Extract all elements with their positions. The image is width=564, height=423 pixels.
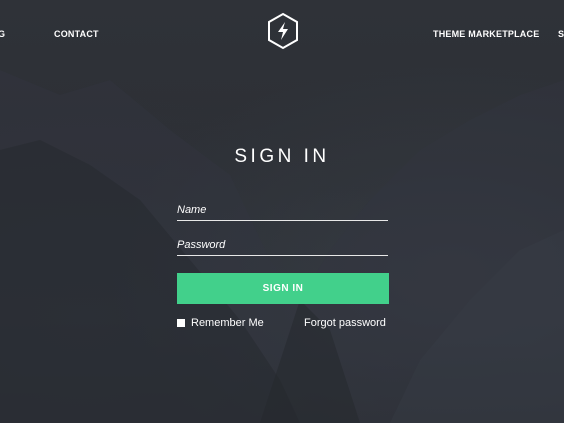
name-input[interactable] bbox=[177, 200, 388, 221]
lightning-bolt-hexagon-icon bbox=[268, 12, 298, 50]
sign-in-title: SIGN IN bbox=[234, 146, 330, 167]
nav-link-partial-right[interactable]: S bbox=[558, 29, 564, 39]
remember-me-toggle[interactable]: Remember Me bbox=[177, 317, 264, 329]
logo[interactable] bbox=[266, 12, 300, 50]
password-input[interactable] bbox=[177, 235, 388, 256]
remember-me-checkbox[interactable] bbox=[177, 319, 185, 327]
remember-me-label: Remember Me bbox=[191, 317, 264, 329]
nav-link-theme-marketplace[interactable]: THEME MARKETPLACE bbox=[433, 29, 539, 39]
forgot-password-link[interactable]: Forgot password bbox=[304, 317, 386, 329]
sign-in-button[interactable]: SIGN IN bbox=[177, 273, 389, 304]
nav-link-partial-left[interactable]: G bbox=[0, 29, 5, 39]
nav-link-contact[interactable]: CONTACT bbox=[54, 29, 99, 39]
